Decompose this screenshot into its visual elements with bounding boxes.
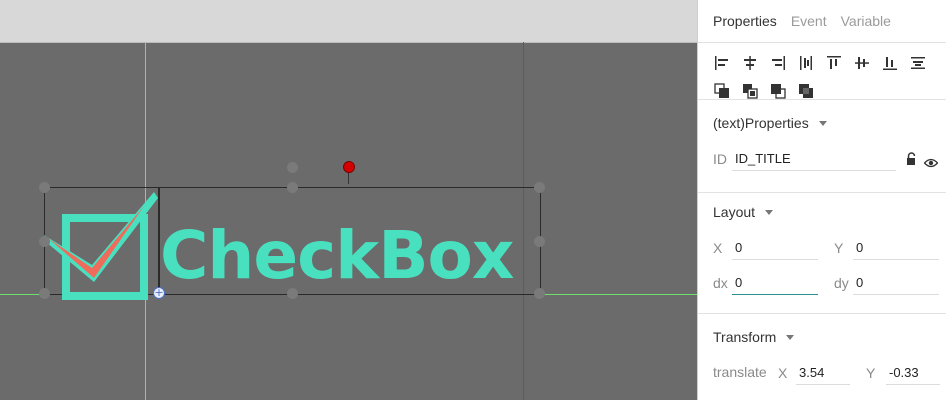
resize-handle[interactable] bbox=[287, 288, 298, 299]
layout-section: Layout X 0 Y 0 dx 0 dy 0 bbox=[698, 193, 946, 314]
tab-variable[interactable]: Variable bbox=[841, 13, 891, 29]
section-title: (text)Properties bbox=[713, 115, 809, 131]
translate-y-label: Y bbox=[866, 365, 876, 381]
y-field[interactable]: 0 bbox=[853, 236, 939, 260]
rotation-pin-stem bbox=[348, 172, 349, 184]
translate-y-field[interactable]: -0.33 bbox=[886, 361, 940, 385]
checkbox-title-text[interactable]: CheckBox bbox=[160, 216, 514, 296]
resize-handle[interactable] bbox=[534, 288, 545, 299]
translate-x-label: X bbox=[778, 365, 788, 381]
tab-event[interactable]: Event bbox=[791, 13, 827, 29]
checkbox-logo-icon[interactable] bbox=[44, 190, 160, 302]
y-label: Y bbox=[834, 240, 844, 256]
dx-field[interactable]: 0 bbox=[732, 271, 818, 295]
rotate-handle[interactable] bbox=[287, 162, 298, 173]
transform-section: Transform translate X 3.54 Y -0.33 bbox=[698, 314, 946, 400]
align-center-h-icon[interactable] bbox=[736, 50, 764, 76]
eye-icon[interactable] bbox=[923, 153, 939, 172]
layout-header[interactable]: Layout bbox=[713, 204, 774, 220]
dy-field[interactable]: 0 bbox=[853, 271, 939, 295]
translate-x-field[interactable]: 3.54 bbox=[796, 361, 850, 385]
chevron-down-icon bbox=[818, 120, 827, 126]
dx-label: dx bbox=[713, 275, 728, 291]
x-field[interactable]: 0 bbox=[732, 236, 818, 260]
design-canvas[interactable]: CheckBox + bbox=[0, 0, 697, 400]
align-toolbar bbox=[698, 43, 946, 100]
align-left-icon[interactable] bbox=[708, 50, 736, 76]
translate-label: translate bbox=[713, 364, 767, 380]
distribute-h-icon[interactable] bbox=[792, 50, 820, 76]
resize-handle[interactable] bbox=[39, 182, 50, 193]
align-right-icon[interactable] bbox=[764, 50, 792, 76]
canvas-toolbar-area bbox=[0, 0, 697, 43]
dy-label: dy bbox=[834, 275, 849, 291]
panel-tabs: Properties Event Variable bbox=[698, 0, 946, 43]
resize-handle[interactable] bbox=[287, 182, 298, 193]
chevron-down-icon bbox=[786, 334, 795, 340]
x-label: X bbox=[713, 240, 723, 256]
id-label: ID bbox=[713, 151, 727, 167]
resize-handle[interactable] bbox=[39, 236, 50, 247]
resize-handle[interactable] bbox=[534, 236, 545, 247]
anchor-point-icon[interactable]: + bbox=[153, 287, 165, 299]
distribute-v-icon[interactable] bbox=[904, 50, 932, 76]
section-title: Transform bbox=[713, 329, 777, 345]
transform-header[interactable]: Transform bbox=[713, 329, 795, 345]
section-title: Layout bbox=[713, 204, 756, 220]
resize-handle[interactable] bbox=[39, 288, 50, 299]
id-field[interactable]: ID_TITLE bbox=[732, 147, 896, 171]
align-center-v-icon[interactable] bbox=[848, 50, 876, 76]
text-properties-section: (text)Properties ID ID_TITLE bbox=[698, 100, 946, 193]
align-bottom-icon[interactable] bbox=[876, 50, 904, 76]
align-top-icon[interactable] bbox=[820, 50, 848, 76]
lock-icon[interactable] bbox=[906, 151, 917, 170]
resize-handle[interactable] bbox=[534, 182, 545, 193]
text-properties-header[interactable]: (text)Properties bbox=[713, 115, 827, 131]
rotation-pin[interactable] bbox=[343, 161, 355, 173]
properties-panel: Properties Event Variable (text)Properti… bbox=[697, 0, 946, 400]
chevron-down-icon bbox=[765, 209, 774, 215]
tab-properties[interactable]: Properties bbox=[713, 13, 777, 29]
